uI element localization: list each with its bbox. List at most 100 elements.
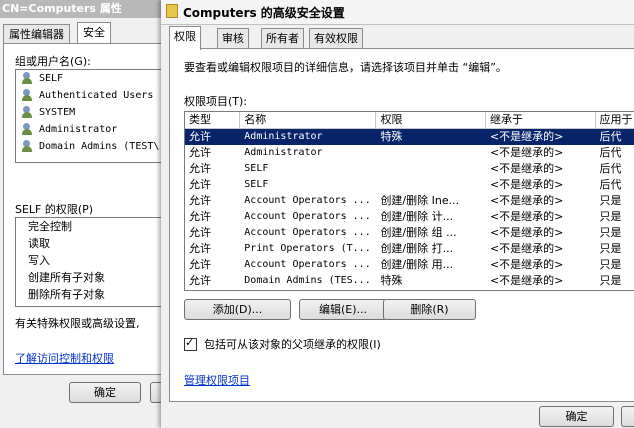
folder-icon	[166, 4, 178, 18]
column-header-permission[interactable]: 权限	[376, 112, 486, 128]
list-item: 完全控制	[28, 220, 72, 233]
cell-name: Account Operators ...	[244, 211, 371, 222]
users-label: 组或用户名(G):	[15, 55, 91, 68]
cell-permission: 创建/删除 计...	[380, 210, 454, 223]
cell-type: 允许	[189, 178, 211, 191]
tab-effective-permissions[interactable]: 有效权限	[309, 28, 363, 49]
manage-permission-entries-link[interactable]: 管理权限项目	[184, 372, 250, 388]
cell-permission	[376, 161, 486, 177]
tab-security[interactable]: 安全	[77, 22, 111, 45]
cell-apply-to: 只是	[599, 210, 622, 223]
user-icon	[22, 72, 36, 85]
permissions-label: SELF 的权限(P)	[15, 203, 94, 216]
cell-apply-to: 只是	[599, 194, 622, 207]
add-button[interactable]: 添加(D)...	[184, 299, 291, 320]
list-item[interactable]: Domain Admins (TEST\	[16, 138, 173, 155]
instructions-text: 要查看或编辑权限项目的详细信息，请选择该项目并单击 “编辑”。	[184, 61, 507, 74]
cell-inherited-from: <不是继承的>	[489, 226, 564, 239]
list-item: 创建所有子对象	[28, 271, 105, 284]
cell-inherited-from: <不是继承的>	[489, 146, 564, 159]
cell-inherited-from: <不是继承的>	[489, 258, 564, 271]
cell-apply-to: 后代	[599, 146, 622, 159]
users-list[interactable]: SELF Authenticated Users SYSTEM Administ…	[15, 69, 173, 163]
edit-button[interactable]: 编辑(E)...	[299, 299, 387, 320]
cell-permission: 创建/删除 打...	[380, 242, 454, 255]
cell-name: Print Operators (T...	[244, 243, 371, 254]
table-row[interactable]: 允许 Account Operators ... 创建/删除 计... <不是继…	[185, 209, 634, 225]
cell-inherited-from: <不是继承的>	[489, 130, 564, 143]
list-item[interactable]: Authenticated Users	[16, 87, 173, 104]
column-header-apply-to[interactable]: 应用于	[596, 112, 634, 128]
permission-entries-table[interactable]: 类型 名称 权限 继承于 应用于 允许 Administrator 特殊 <不是…	[184, 111, 634, 291]
cell-name: Administrator	[244, 147, 323, 158]
cell-inherited-from: <不是继承的>	[489, 194, 564, 207]
cell-inherited-from: <不是继承的>	[489, 178, 564, 191]
tab-attribute-editor[interactable]: 属性编辑器	[3, 24, 70, 44]
table-header: 类型 名称 权限 继承于 应用于	[185, 112, 634, 129]
cell-apply-to: 后代	[599, 178, 622, 191]
column-header-name[interactable]: 名称	[240, 112, 377, 128]
cell-permission: 特殊	[380, 130, 403, 143]
user-group-icon	[22, 89, 36, 102]
cell-apply-to: 只是	[599, 226, 622, 239]
ok-button[interactable]: 确定	[69, 382, 141, 403]
dialog-title: Computers 的高级安全设置	[183, 6, 345, 20]
learn-access-control-link[interactable]: 了解访问控制和权限	[15, 350, 114, 366]
inherit-permissions-label: 包括可从该对象的父项继承的权限(I)	[204, 338, 381, 351]
table-row[interactable]: 允许 Administrator <不是继承的> 后代	[185, 145, 634, 161]
table-row[interactable]: 允许 Account Operators ... 创建/删除 组 ... <不是…	[185, 225, 634, 241]
table-row[interactable]: 允许 Domain Admins (TES... 特殊 <不是继承的> 只是	[185, 273, 634, 289]
cell-name: Account Operators ...	[244, 195, 371, 206]
tab-permissions[interactable]: 权限	[169, 26, 201, 50]
tab-owner[interactable]: 所有者	[261, 28, 304, 49]
cell-type: 允许	[189, 162, 211, 175]
column-header-inherited-from[interactable]: 继承于	[486, 112, 596, 128]
permission-entries-label: 权限项目(T):	[184, 95, 248, 108]
permissions-list[interactable]: 完全控制 读取 写入 创建所有子对象 删除所有子对象	[15, 217, 173, 307]
list-item[interactable]: SELF	[16, 70, 173, 87]
cell-permission: 特殊	[380, 274, 403, 287]
properties-dialog: CN=Computers 属性 属性编辑器 安全 组或用户名(G): SELF …	[0, 0, 180, 428]
ok-button[interactable]: 确定	[539, 406, 614, 427]
cell-inherited-from: <不是继承的>	[489, 162, 564, 175]
properties-dialog-title: CN=Computers 属性	[0, 0, 172, 18]
dialog-title-bar: Computers 的高级安全设置	[161, 0, 634, 25]
list-item[interactable]: SYSTEM	[16, 104, 173, 121]
cell-permission	[376, 145, 486, 161]
list-item: 写入	[28, 254, 50, 267]
tab-auditing[interactable]: 审核	[217, 28, 249, 49]
table-row[interactable]: 允许 Account Operators ... 创建/删除 用... <不是继…	[185, 257, 634, 273]
table-row[interactable]: 允许 Account Operators ... 创建/删除 Ine... <不…	[185, 193, 634, 209]
inherit-permissions-option[interactable]: 包括可从该对象的父项继承的权限(I)	[184, 336, 381, 352]
list-item[interactable]: Administrator	[16, 121, 173, 138]
cell-permission: 创建/删除 Ine...	[380, 194, 460, 207]
user-group-icon	[22, 140, 36, 153]
cell-name: Domain Admins (TES...	[244, 275, 371, 286]
user-icon	[22, 106, 36, 119]
cell-name: SELF	[244, 179, 269, 190]
cell-type: 允许	[189, 242, 211, 255]
cancel-button[interactable]	[621, 406, 634, 427]
list-item: 读取	[28, 237, 50, 250]
cell-type: 允许	[189, 274, 211, 287]
column-header-type[interactable]: 类型	[185, 112, 241, 128]
cell-inherited-from: <不是继承的>	[489, 242, 564, 255]
cell-permission	[376, 177, 486, 193]
cell-apply-to: 后代	[599, 130, 622, 143]
cell-apply-to: 只是	[599, 274, 622, 287]
cell-apply-to: 后代	[599, 162, 622, 175]
table-row[interactable]: 允许 Print Operators (T... 创建/删除 打... <不是继…	[185, 241, 634, 257]
cell-inherited-from: <不是继承的>	[489, 274, 564, 287]
cell-name: Administrator	[244, 131, 323, 142]
table-row[interactable]: 允许 SELF <不是继承的> 后代	[185, 177, 634, 193]
cell-name: Account Operators ...	[244, 227, 371, 238]
table-row[interactable]: 允许 Administrator 特殊 <不是继承的> 后代	[185, 129, 634, 145]
inherit-permissions-checkbox[interactable]	[184, 336, 197, 351]
cell-name: SELF	[244, 163, 269, 174]
cell-apply-to: 只是	[599, 258, 622, 271]
cell-type: 允许	[189, 146, 211, 159]
delete-button[interactable]: 删除(R)	[383, 299, 476, 320]
cell-type: 允许	[189, 194, 211, 207]
cell-type: 允许	[189, 210, 211, 223]
table-row[interactable]: 允许 SELF <不是继承的> 后代	[185, 161, 634, 177]
